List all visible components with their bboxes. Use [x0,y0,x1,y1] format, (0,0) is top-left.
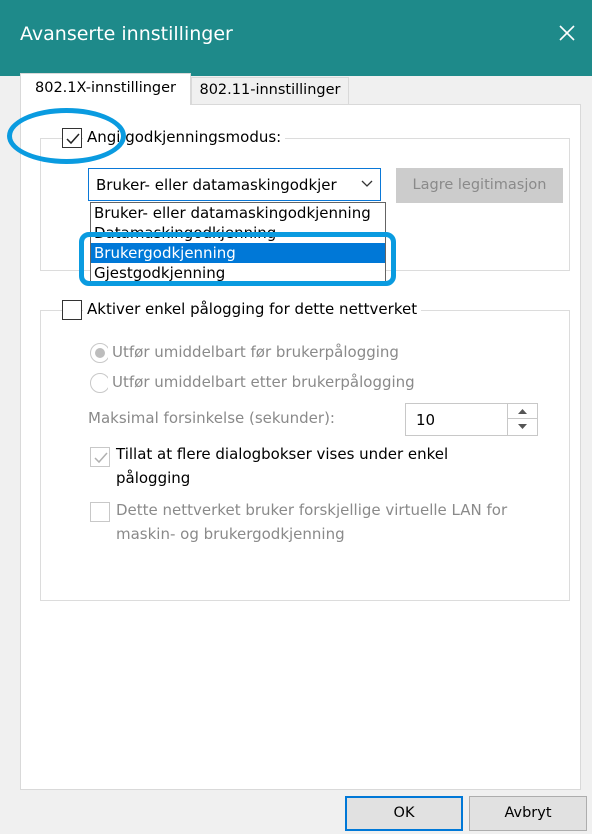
title-bar: Avanserte innstillinger [0,0,592,76]
stepper-buttons [507,404,537,435]
radio-after-logon[interactable] [90,373,110,393]
option-highlight-box [79,232,396,286]
window-title: Avanserte innstillinger [20,23,233,45]
triangle-up-icon [518,409,527,414]
radio-after-logon-label: Utfør umiddelbart etter brukerpålogging [108,373,419,391]
checkbox-highlight-ring [7,108,126,164]
allow-dialogs-label-line1: Tillat at flere dialogbokser vises under… [112,445,453,463]
radio-before-logon[interactable] [90,343,110,363]
cancel-button[interactable]: Avbryt [469,796,587,831]
radio-before-logon-label: Utfør umiddelbart før brukerpålogging [108,343,403,361]
sso-label: Aktiver enkel pålogging for dette nettve… [83,300,422,318]
tab-8021x[interactable]: 802.1X-innstillinger [20,73,191,105]
dropdown-option[interactable]: Bruker- eller datamaskingodkjenning [91,203,385,223]
vlan-label-line2: maskin- og brukergodkjenning [112,525,349,543]
ok-button[interactable]: OK [345,796,463,831]
sso-checkbox[interactable] [62,300,82,320]
chevron-down-icon [361,180,373,187]
auth-mode-combo-value: Bruker- eller datamaskingodkjer [96,176,337,194]
stepper-up-button[interactable] [508,404,537,419]
allow-dialogs-label-line2: pålogging [112,469,195,487]
auth-mode-combo[interactable]: Bruker- eller datamaskingodkjer [88,168,381,201]
tab-80211[interactable]: 802.11-innstillinger [191,77,349,105]
checkmark-icon [94,452,108,464]
save-credentials-button[interactable]: Lagre legitimasjon [396,168,563,203]
allow-dialogs-checkbox[interactable] [90,447,110,467]
max-delay-stepper[interactable]: 10 [405,403,538,436]
vlan-checkbox[interactable] [90,502,110,522]
stepper-down-button[interactable] [508,419,537,434]
triangle-down-icon [518,424,527,429]
close-icon[interactable] [554,20,580,46]
vlan-label-line1: Dette nettverket bruker forskjellige vir… [112,501,512,519]
max-delay-value: 10 [416,411,436,429]
max-delay-label: Maksimal forsinkelse (sekunder): [84,409,339,427]
